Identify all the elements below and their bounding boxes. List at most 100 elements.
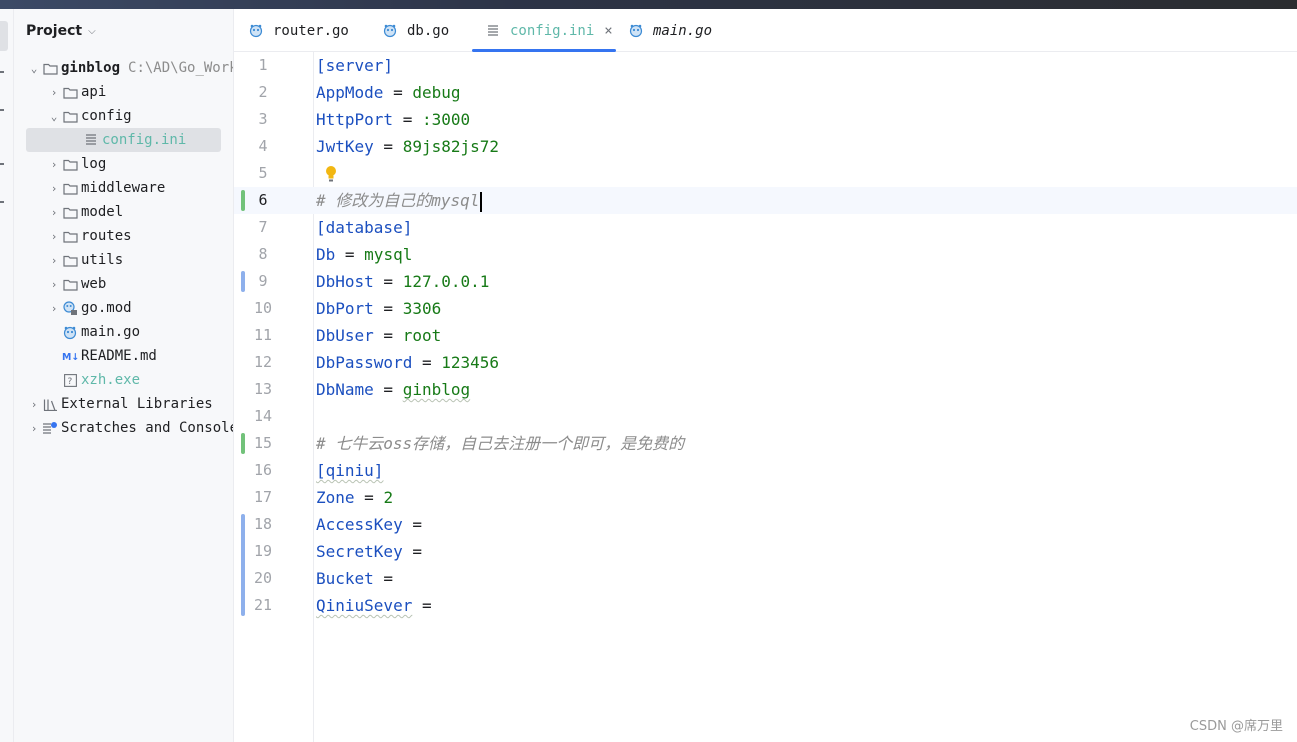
code-line-current[interactable]: 6 # 修改为自己的mysql: [234, 187, 1297, 214]
code-line[interactable]: 3 HttpPort = :3000: [234, 106, 1297, 133]
tree-item-label: routes: [81, 228, 132, 244]
code-line[interactable]: 7 [database]: [234, 214, 1297, 241]
go-module-icon: [62, 300, 78, 316]
tree-item-readme[interactable]: M↓ README.md: [62, 344, 157, 368]
tool-button-mark[interactable]: [0, 71, 4, 73]
chevron-right-icon[interactable]: ›: [46, 206, 62, 219]
code-line[interactable]: 19 SecretKey =: [234, 538, 1297, 565]
code-line[interactable]: 9 DbHost = 127.0.0.1: [234, 268, 1297, 295]
svg-text:?: ?: [67, 377, 72, 387]
code-text[interactable]: [server]: [316, 52, 393, 79]
line-number: 10: [253, 299, 273, 317]
line-number: 9: [258, 272, 268, 290]
code-text[interactable]: Bucket =: [316, 565, 393, 592]
tree-item-utils[interactable]: › utils: [46, 248, 123, 272]
tool-button-mark[interactable]: [0, 163, 4, 165]
code-text[interactable]: Zone = 2: [316, 484, 393, 511]
chevron-right-icon[interactable]: ›: [46, 302, 62, 315]
tab-label: config.ini: [510, 22, 595, 39]
line-number: 13: [253, 380, 273, 398]
line-number: 15: [253, 434, 273, 452]
tree-item-api[interactable]: › api: [46, 80, 107, 104]
code-text[interactable]: SecretKey =: [316, 538, 422, 565]
code-line[interactable]: 10 DbPort = 3306: [234, 295, 1297, 322]
close-icon[interactable]: ×: [604, 23, 612, 39]
tree-item-scratches[interactable]: › Scratches and Consoles: [26, 416, 234, 440]
tree-item-model[interactable]: › model: [46, 200, 123, 224]
code-text[interactable]: # 修改为自己的mysql: [316, 187, 483, 214]
code-text[interactable]: HttpPort = :3000: [316, 106, 470, 133]
code-line[interactable]: 2 AppMode = debug: [234, 79, 1297, 106]
go-file-icon: [62, 324, 78, 340]
tree-item-config[interactable]: ⌄ config: [46, 104, 132, 128]
chevron-right-icon[interactable]: ›: [26, 398, 42, 411]
code-line[interactable]: 15 # 七牛云oss存储，自己去注册一个即可，是免费的: [234, 430, 1297, 457]
tree-item-routes[interactable]: › routes: [46, 224, 132, 248]
scratches-icon: [42, 420, 58, 436]
code-text[interactable]: AccessKey =: [316, 511, 422, 538]
chevron-right-icon[interactable]: ›: [46, 86, 62, 99]
tree-item-xzh-exe[interactable]: ? xzh.exe: [62, 368, 140, 392]
project-view-selector[interactable]: Project ⌵: [26, 21, 96, 41]
chevron-right-icon[interactable]: ›: [46, 158, 62, 171]
tab-router-go[interactable]: router.go: [248, 9, 349, 52]
tree-item-middleware[interactable]: › middleware: [46, 176, 166, 200]
code-text[interactable]: [database]: [316, 214, 412, 241]
tree-item-label: log: [81, 156, 107, 172]
chevron-right-icon[interactable]: ›: [46, 230, 62, 243]
tree-item-ginblog[interactable]: ⌄ ginblog C:\AD\Go_Work: [26, 56, 233, 80]
tree-item-go-mod[interactable]: › go.mod: [46, 296, 132, 320]
tree-item-main-go[interactable]: main.go: [62, 320, 140, 344]
folder-icon: [42, 60, 58, 76]
chevron-right-icon[interactable]: ›: [46, 254, 62, 267]
chevron-down-icon[interactable]: ⌄: [46, 110, 62, 123]
chevron-right-icon[interactable]: ›: [26, 422, 42, 435]
code-text[interactable]: Db = mysql: [316, 241, 412, 268]
line-number: 8: [258, 245, 268, 263]
code-text[interactable]: AppMode = debug: [316, 79, 461, 106]
tree-item-web[interactable]: › web: [46, 272, 107, 296]
tool-button-mark[interactable]: [0, 109, 4, 111]
folder-icon: [62, 84, 78, 100]
tree-item-label: Scratches and Consoles: [61, 420, 234, 436]
project-tool-button[interactable]: [0, 21, 8, 51]
code-text[interactable]: # 七牛云oss存储，自己去注册一个即可，是免费的: [316, 430, 684, 457]
code-line[interactable]: 20 Bucket =: [234, 565, 1297, 592]
code-line[interactable]: 17 Zone = 2: [234, 484, 1297, 511]
code-line[interactable]: 16 [qiniu]: [234, 457, 1297, 484]
tab-config-ini[interactable]: config.ini ×: [485, 9, 613, 52]
code-line[interactable]: 4 JwtKey = 89js82js72: [234, 133, 1297, 160]
tab-label: main.go: [653, 22, 713, 39]
tab-label: router.go: [273, 22, 349, 39]
code-text[interactable]: DbPort = 3306: [316, 295, 441, 322]
editor-area: router.go db.go config.ini × main.go 1 […: [234, 9, 1297, 742]
code-text[interactable]: QiniuSever =: [316, 592, 432, 619]
code-text[interactable]: [qiniu]: [316, 457, 383, 484]
tool-button-mark[interactable]: [0, 201, 4, 203]
code-line[interactable]: 1 [server]: [234, 52, 1297, 79]
code-text[interactable]: DbPassword = 123456: [316, 349, 499, 376]
tree-item-log[interactable]: › log: [46, 152, 107, 176]
code-line[interactable]: 11 DbUser = root: [234, 322, 1297, 349]
line-number: 5: [258, 164, 268, 182]
tab-db-go[interactable]: db.go: [382, 9, 449, 52]
go-file-icon: [248, 23, 264, 39]
lightbulb-icon[interactable]: [324, 165, 338, 183]
code-line[interactable]: 18 AccessKey =: [234, 511, 1297, 541]
code-text[interactable]: DbHost = 127.0.0.1: [316, 268, 489, 295]
chevron-down-icon[interactable]: ⌄: [26, 62, 42, 75]
code-line[interactable]: 12 DbPassword = 123456: [234, 349, 1297, 376]
code-line[interactable]: 8 Db = mysql: [234, 241, 1297, 268]
chevron-right-icon[interactable]: ›: [46, 182, 62, 195]
tree-item-external-libraries[interactable]: › External Libraries: [26, 392, 213, 416]
tab-main-go[interactable]: main.go: [628, 9, 712, 52]
code-text[interactable]: DbUser = root: [316, 322, 441, 349]
tree-item-config-ini[interactable]: config.ini: [26, 128, 221, 152]
code-text[interactable]: DbName = ginblog: [316, 376, 470, 403]
code-line[interactable]: 14: [234, 403, 1297, 430]
code-line[interactable]: 13 DbName = ginblog: [234, 376, 1297, 403]
code-text[interactable]: JwtKey = 89js82js72: [316, 133, 499, 160]
chevron-right-icon[interactable]: ›: [46, 278, 62, 291]
code-line[interactable]: 5: [234, 160, 1297, 187]
code-line[interactable]: 21 QiniuSever =: [234, 592, 1297, 619]
